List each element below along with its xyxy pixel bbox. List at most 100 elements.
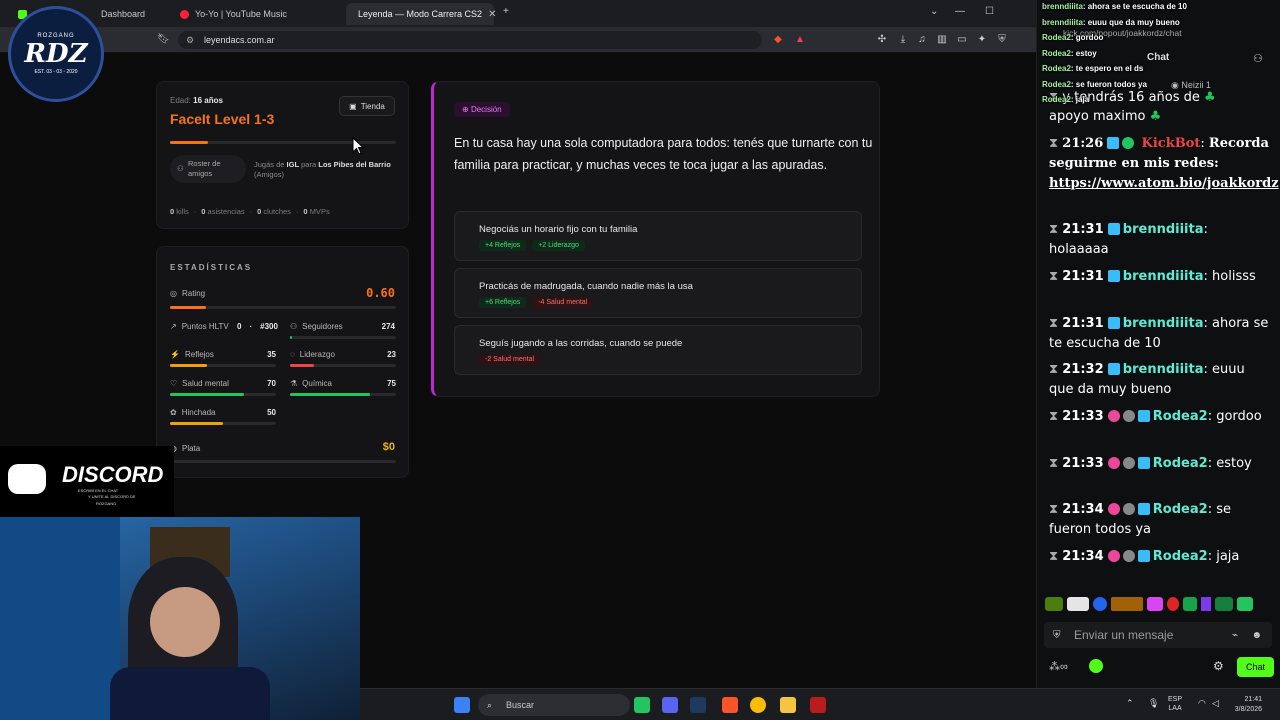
- points-icon[interactable]: ⁂∞: [1049, 660, 1068, 673]
- decision-option[interactable]: Practicás de madrugada, cuando nadie más…: [454, 268, 862, 318]
- message-time: 21:32: [1062, 362, 1104, 377]
- search-icon: ⌕: [487, 699, 493, 710]
- overlay-chat-line: Rodea2: jaja: [1042, 95, 1089, 104]
- overlay-message: : euuu que da muy bueno: [1082, 17, 1180, 27]
- stat-icon: ◌: [290, 350, 295, 359]
- bookmark-icon[interactable]: 🔖︎: [157, 34, 170, 46]
- close-icon[interactable]: ✕: [488, 9, 496, 20]
- bot-link[interactable]: https://www.atom.bio/joakkordz: [1049, 176, 1279, 191]
- chat-message: ⧗ 21:33 Rodea2: estoy: [1049, 456, 1252, 471]
- music-icon[interactable]: ♫: [916, 34, 928, 46]
- pin-icon: ⧗: [1049, 456, 1063, 471]
- profile-card: Edad: 16 años FaceIt Level 1-3 ▣ Tienda ⚇…: [156, 81, 409, 229]
- stat-value: 35: [267, 350, 276, 359]
- message-text: estoy: [1216, 456, 1252, 471]
- site-settings-icon[interactable]: ⚙︎: [186, 35, 194, 46]
- file-explorer-icon[interactable]: [780, 697, 796, 713]
- effect-chip: -2 Salud mental: [479, 354, 541, 365]
- gift-badge-icon: [1122, 503, 1135, 515]
- volume-icon[interactable]: ◁: [1212, 698, 1219, 709]
- effect-chip: +4 Reflejos: [479, 240, 527, 251]
- stat-value: 75: [387, 379, 396, 388]
- cursor-icon: [352, 137, 364, 155]
- message-username[interactable]: Rodea2: [1153, 502, 1208, 517]
- minimize-button[interactable]: —: [955, 6, 965, 17]
- pin-icon: ⧗: [1049, 222, 1063, 237]
- taskbar: ⌕ Buscar ⌃ 🎙︎ ESP LAA ◠ ◁ 21:41 3/8/2026: [360, 688, 1280, 720]
- commands-icon[interactable]: ⌁: [1232, 630, 1238, 641]
- emote-icon: [1093, 597, 1107, 611]
- rozgang-logo: ROZGANG RDZ EST. 03 - 03 - 2020: [8, 6, 104, 102]
- emote-icon: [1201, 597, 1211, 611]
- brave-shield-icon[interactable]: ◆: [772, 34, 784, 46]
- shop-button[interactable]: ▣ Tienda: [339, 96, 395, 116]
- message-username[interactable]: Rodea2: [1153, 456, 1208, 471]
- hammer-badge-icon: [1137, 457, 1150, 469]
- emote-bar: [1045, 597, 1273, 615]
- overlay-chat-line: Rodea2: gordoo: [1042, 33, 1103, 42]
- rating-icon: ◎: [170, 289, 177, 298]
- chat-message: ⧗ 21:34 Rodea2: jaja: [1049, 549, 1240, 564]
- effect-chip: -4 Salud mental: [532, 297, 594, 308]
- decision-option[interactable]: Negociás un horario fijo con tu familia +…: [454, 211, 862, 261]
- hltv-value: 0 · #300: [237, 322, 278, 331]
- leo-icon[interactable]: ✦: [976, 34, 988, 46]
- stat-bar: [290, 364, 396, 367]
- tab-youtube-music[interactable]: Yo-Yo | YouTube Music: [172, 3, 342, 25]
- vpn-icon[interactable]: ⛨: [996, 34, 1008, 46]
- tab-leyenda[interactable]: Leyenda — Modo Carrera CS2 ✕: [346, 3, 496, 25]
- chevron-down-icon[interactable]: ⌄: [930, 6, 938, 17]
- message-username[interactable]: brenndiiita: [1123, 269, 1204, 284]
- roster-button[interactable]: ⚇ Roster de amigos: [170, 155, 246, 183]
- stats-title: ESTADÍSTICAS: [170, 263, 253, 272]
- overlay-chat-line: Rodea2: estoy: [1042, 49, 1097, 58]
- app-icon[interactable]: [810, 697, 826, 713]
- mic-icon[interactable]: 🎙︎: [1148, 698, 1159, 709]
- decision-text: En tu casa hay una sola computadora para…: [454, 136, 873, 172]
- rating-value: 0.60: [366, 286, 395, 300]
- wifi-icon[interactable]: ◠: [1198, 698, 1206, 709]
- emote-icon: [1147, 597, 1163, 611]
- clock[interactable]: 21:41 3/8/2026: [1228, 695, 1262, 715]
- pin-icon: ⧗: [1049, 269, 1063, 284]
- decision-option[interactable]: Seguís jugando a las corridas, cuando se…: [454, 325, 862, 375]
- wallet-icon[interactable]: ▭: [956, 34, 968, 46]
- followers-bar: [290, 336, 396, 339]
- extensions-icon[interactable]: ✣: [876, 34, 888, 46]
- overlay-chat-line: brenndiiita: ahora se te escucha de 10: [1042, 2, 1187, 11]
- tray-chevron-icon[interactable]: ⌃: [1126, 698, 1134, 709]
- message-time: 21:31: [1062, 316, 1104, 331]
- chat-send-button[interactable]: Chat: [1237, 657, 1274, 677]
- message-username[interactable]: brenndiiita: [1123, 362, 1204, 377]
- option-effects: +6 Reflejos -4 Salud mental: [479, 297, 594, 308]
- whatsapp-icon[interactable]: [634, 697, 650, 713]
- maximize-button[interactable]: ☐: [985, 6, 994, 17]
- brave-icon[interactable]: [722, 697, 738, 713]
- steam-icon[interactable]: [690, 697, 706, 713]
- download-icon[interactable]: ⤓: [897, 34, 909, 46]
- kick-points-icon[interactable]: [1089, 659, 1103, 673]
- message-username[interactable]: brenndiiita: [1123, 316, 1204, 331]
- stat-value: 50: [267, 408, 276, 417]
- message-username[interactable]: Rodea2: [1153, 549, 1208, 564]
- windows-start-icon[interactable]: [454, 697, 470, 713]
- webcam-feed: [0, 517, 360, 720]
- language-indicator[interactable]: ESP LAA: [1168, 695, 1182, 713]
- discord-app-icon[interactable]: [662, 697, 678, 713]
- taskbar-search[interactable]: ⌕ Buscar: [478, 694, 630, 716]
- chat-message-input[interactable]: ⛨ Enviar un mensaje ⌁ ☻: [1044, 622, 1272, 648]
- message-username[interactable]: Rodea2: [1153, 409, 1208, 424]
- stat-bar-fill: [170, 393, 245, 396]
- settings-gear-icon[interactable]: ⚙︎: [1213, 659, 1224, 673]
- stat-value: 70: [267, 379, 276, 388]
- message-text: holisss: [1212, 269, 1256, 284]
- emoji-icon[interactable]: ☻: [1251, 630, 1262, 641]
- brave-rewards-icon[interactable]: ▲: [794, 34, 806, 46]
- followers-value: 274: [381, 322, 395, 331]
- url-field[interactable]: ⚙︎ leyendacs.com.ar: [178, 31, 762, 49]
- chat-message: ⧗ 21:31 brenndiiita: holaaaaa: [1049, 222, 1208, 257]
- message-username[interactable]: brenndiiita: [1123, 222, 1204, 237]
- sidebar-icon[interactable]: ▥: [936, 34, 948, 46]
- chrome-icon[interactable]: [750, 697, 766, 713]
- new-tab-button[interactable]: +: [503, 6, 509, 17]
